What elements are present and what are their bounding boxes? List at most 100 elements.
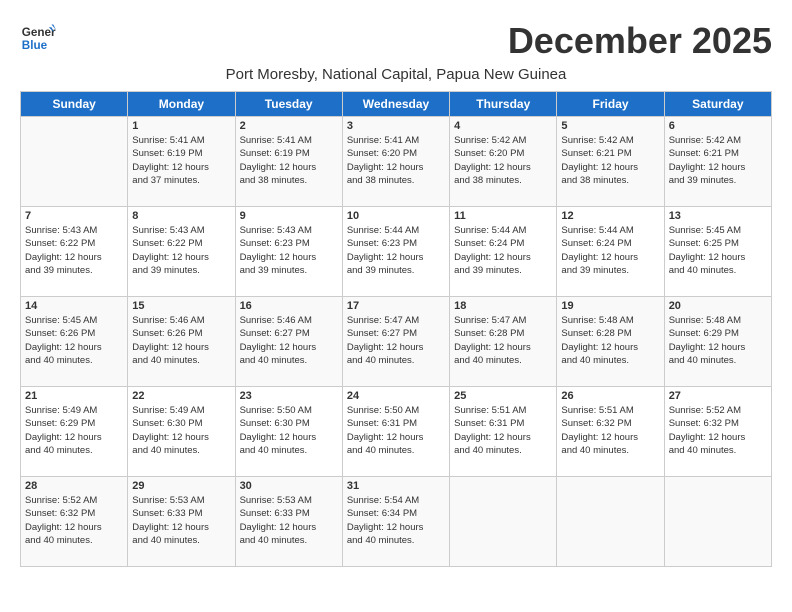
calendar-cell: 22 Sunrise: 5:49 AM Sunset: 6:30 PM Dayli… <box>128 387 235 477</box>
calendar-cell <box>450 477 557 567</box>
day-number: 27 <box>669 390 767 402</box>
day-info: Sunrise: 5:43 AM Sunset: 6:22 PM Dayligh… <box>25 224 123 277</box>
calendar-week-row: 1 Sunrise: 5:41 AM Sunset: 6:19 PM Daylig… <box>21 117 772 207</box>
day-number: 31 <box>347 480 445 492</box>
day-number: 26 <box>561 390 659 402</box>
day-info: Sunrise: 5:45 AM Sunset: 6:26 PM Dayligh… <box>25 314 123 367</box>
day-info: Sunrise: 5:42 AM Sunset: 6:20 PM Dayligh… <box>454 134 552 187</box>
day-info: Sunrise: 5:46 AM Sunset: 6:27 PM Dayligh… <box>240 314 338 367</box>
weekday-header-cell: Saturday <box>664 92 771 117</box>
weekday-header-cell: Tuesday <box>235 92 342 117</box>
calendar-cell: 4 Sunrise: 5:42 AM Sunset: 6:20 PM Daylig… <box>450 117 557 207</box>
calendar-cell: 2 Sunrise: 5:41 AM Sunset: 6:19 PM Daylig… <box>235 117 342 207</box>
weekday-header-cell: Thursday <box>450 92 557 117</box>
weekday-header-row: SundayMondayTuesdayWednesdayThursdayFrid… <box>21 92 772 117</box>
calendar-cell: 7Sunrise: 5:43 AM Sunset: 6:22 PM Daylig… <box>21 207 128 297</box>
day-info: Sunrise: 5:53 AM Sunset: 6:33 PM Dayligh… <box>132 494 230 547</box>
day-number: 12 <box>561 210 659 222</box>
calendar-cell: 17 Sunrise: 5:47 AM Sunset: 6:27 PM Dayli… <box>342 297 449 387</box>
day-info: Sunrise: 5:44 AM Sunset: 6:24 PM Dayligh… <box>561 224 659 277</box>
calendar-cell: 24 Sunrise: 5:50 AM Sunset: 6:31 PM Dayli… <box>342 387 449 477</box>
day-number: 17 <box>347 300 445 312</box>
day-number: 3 <box>347 120 445 132</box>
calendar-cell <box>664 477 771 567</box>
calendar-cell: 18 Sunrise: 5:47 AM Sunset: 6:28 PM Dayli… <box>450 297 557 387</box>
day-info: Sunrise: 5:52 AM Sunset: 6:32 PM Dayligh… <box>669 404 767 457</box>
day-info: Sunrise: 5:41 AM Sunset: 6:20 PM Dayligh… <box>347 134 445 187</box>
day-number: 4 <box>454 120 552 132</box>
day-number: 14 <box>25 300 123 312</box>
calendar-week-row: 28Sunrise: 5:52 AM Sunset: 6:32 PM Dayli… <box>21 477 772 567</box>
calendar-week-row: 14 Sunrise: 5:45 AM Sunset: 6:26 PM Dayli… <box>21 297 772 387</box>
svg-text:Blue: Blue <box>22 39 48 52</box>
calendar-cell: 19Sunrise: 5:48 AM Sunset: 6:28 PM Dayli… <box>557 297 664 387</box>
day-number: 1 <box>132 120 230 132</box>
calendar-cell: 30 Sunrise: 5:53 AM Sunset: 6:33 PM Dayli… <box>235 477 342 567</box>
calendar-cell: 14 Sunrise: 5:45 AM Sunset: 6:26 PM Dayli… <box>21 297 128 387</box>
day-number: 10 <box>347 210 445 222</box>
calendar-table: SundayMondayTuesdayWednesdayThursdayFrid… <box>20 91 772 567</box>
day-number: 13 <box>669 210 767 222</box>
calendar-cell: 8Sunrise: 5:43 AM Sunset: 6:22 PM Daylig… <box>128 207 235 297</box>
day-info: Sunrise: 5:48 AM Sunset: 6:28 PM Dayligh… <box>561 314 659 367</box>
calendar-cell: 11 Sunrise: 5:44 AM Sunset: 6:24 PM Dayli… <box>450 207 557 297</box>
month-title: December 2025 <box>508 20 772 62</box>
weekday-header-cell: Monday <box>128 92 235 117</box>
day-info: Sunrise: 5:54 AM Sunset: 6:34 PM Dayligh… <box>347 494 445 547</box>
calendar-week-row: 7Sunrise: 5:43 AM Sunset: 6:22 PM Daylig… <box>21 207 772 297</box>
day-number: 9 <box>240 210 338 222</box>
day-number: 29 <box>132 480 230 492</box>
day-info: Sunrise: 5:47 AM Sunset: 6:28 PM Dayligh… <box>454 314 552 367</box>
day-number: 24 <box>347 390 445 402</box>
day-info: Sunrise: 5:41 AM Sunset: 6:19 PM Dayligh… <box>240 134 338 187</box>
calendar-cell: 28Sunrise: 5:52 AM Sunset: 6:32 PM Dayli… <box>21 477 128 567</box>
calendar-week-row: 21 Sunrise: 5:49 AM Sunset: 6:29 PM Dayli… <box>21 387 772 477</box>
day-info: Sunrise: 5:49 AM Sunset: 6:30 PM Dayligh… <box>132 404 230 457</box>
day-number: 5 <box>561 120 659 132</box>
day-number: 18 <box>454 300 552 312</box>
day-info: Sunrise: 5:44 AM Sunset: 6:24 PM Dayligh… <box>454 224 552 277</box>
day-number: 28 <box>25 480 123 492</box>
calendar-cell: 15Sunrise: 5:46 AM Sunset: 6:26 PM Dayli… <box>128 297 235 387</box>
day-info: Sunrise: 5:47 AM Sunset: 6:27 PM Dayligh… <box>347 314 445 367</box>
calendar-cell: 27 Sunrise: 5:52 AM Sunset: 6:32 PM Dayli… <box>664 387 771 477</box>
calendar-cell: 21 Sunrise: 5:49 AM Sunset: 6:29 PM Dayli… <box>21 387 128 477</box>
day-number: 16 <box>240 300 338 312</box>
calendar-body: 1 Sunrise: 5:41 AM Sunset: 6:19 PM Daylig… <box>21 117 772 567</box>
day-info: Sunrise: 5:41 AM Sunset: 6:19 PM Dayligh… <box>132 134 230 187</box>
page-header: General Blue December 2025 <box>20 20 772 62</box>
day-number: 15 <box>132 300 230 312</box>
day-info: Sunrise: 5:53 AM Sunset: 6:33 PM Dayligh… <box>240 494 338 547</box>
calendar-cell: 16 Sunrise: 5:46 AM Sunset: 6:27 PM Dayli… <box>235 297 342 387</box>
calendar-cell: 9Sunrise: 5:43 AM Sunset: 6:23 PM Daylig… <box>235 207 342 297</box>
logo-icon: General Blue <box>20 20 56 56</box>
calendar-cell: 26 Sunrise: 5:51 AM Sunset: 6:32 PM Dayli… <box>557 387 664 477</box>
calendar-cell <box>21 117 128 207</box>
day-info: Sunrise: 5:49 AM Sunset: 6:29 PM Dayligh… <box>25 404 123 457</box>
calendar-cell: 6Sunrise: 5:42 AM Sunset: 6:21 PM Daylig… <box>664 117 771 207</box>
calendar-cell: 23 Sunrise: 5:50 AM Sunset: 6:30 PM Dayli… <box>235 387 342 477</box>
day-info: Sunrise: 5:51 AM Sunset: 6:32 PM Dayligh… <box>561 404 659 457</box>
location-title: Port Moresby, National Capital, Papua Ne… <box>20 66 772 83</box>
calendar-cell: 13Sunrise: 5:45 AM Sunset: 6:25 PM Dayli… <box>664 207 771 297</box>
day-number: 11 <box>454 210 552 222</box>
day-number: 2 <box>240 120 338 132</box>
day-number: 21 <box>25 390 123 402</box>
day-number: 8 <box>132 210 230 222</box>
calendar-cell: 1 Sunrise: 5:41 AM Sunset: 6:19 PM Daylig… <box>128 117 235 207</box>
logo: General Blue <box>20 20 56 56</box>
day-info: Sunrise: 5:50 AM Sunset: 6:31 PM Dayligh… <box>347 404 445 457</box>
day-number: 20 <box>669 300 767 312</box>
weekday-header-cell: Wednesday <box>342 92 449 117</box>
day-info: Sunrise: 5:44 AM Sunset: 6:23 PM Dayligh… <box>347 224 445 277</box>
day-number: 30 <box>240 480 338 492</box>
calendar-cell: 3 Sunrise: 5:41 AM Sunset: 6:20 PM Daylig… <box>342 117 449 207</box>
calendar-cell: 25Sunrise: 5:51 AM Sunset: 6:31 PM Dayli… <box>450 387 557 477</box>
day-number: 22 <box>132 390 230 402</box>
day-info: Sunrise: 5:50 AM Sunset: 6:30 PM Dayligh… <box>240 404 338 457</box>
day-number: 25 <box>454 390 552 402</box>
calendar-cell: 10 Sunrise: 5:44 AM Sunset: 6:23 PM Dayli… <box>342 207 449 297</box>
calendar-cell: 31 Sunrise: 5:54 AM Sunset: 6:34 PM Dayli… <box>342 477 449 567</box>
day-number: 23 <box>240 390 338 402</box>
calendar-cell <box>557 477 664 567</box>
